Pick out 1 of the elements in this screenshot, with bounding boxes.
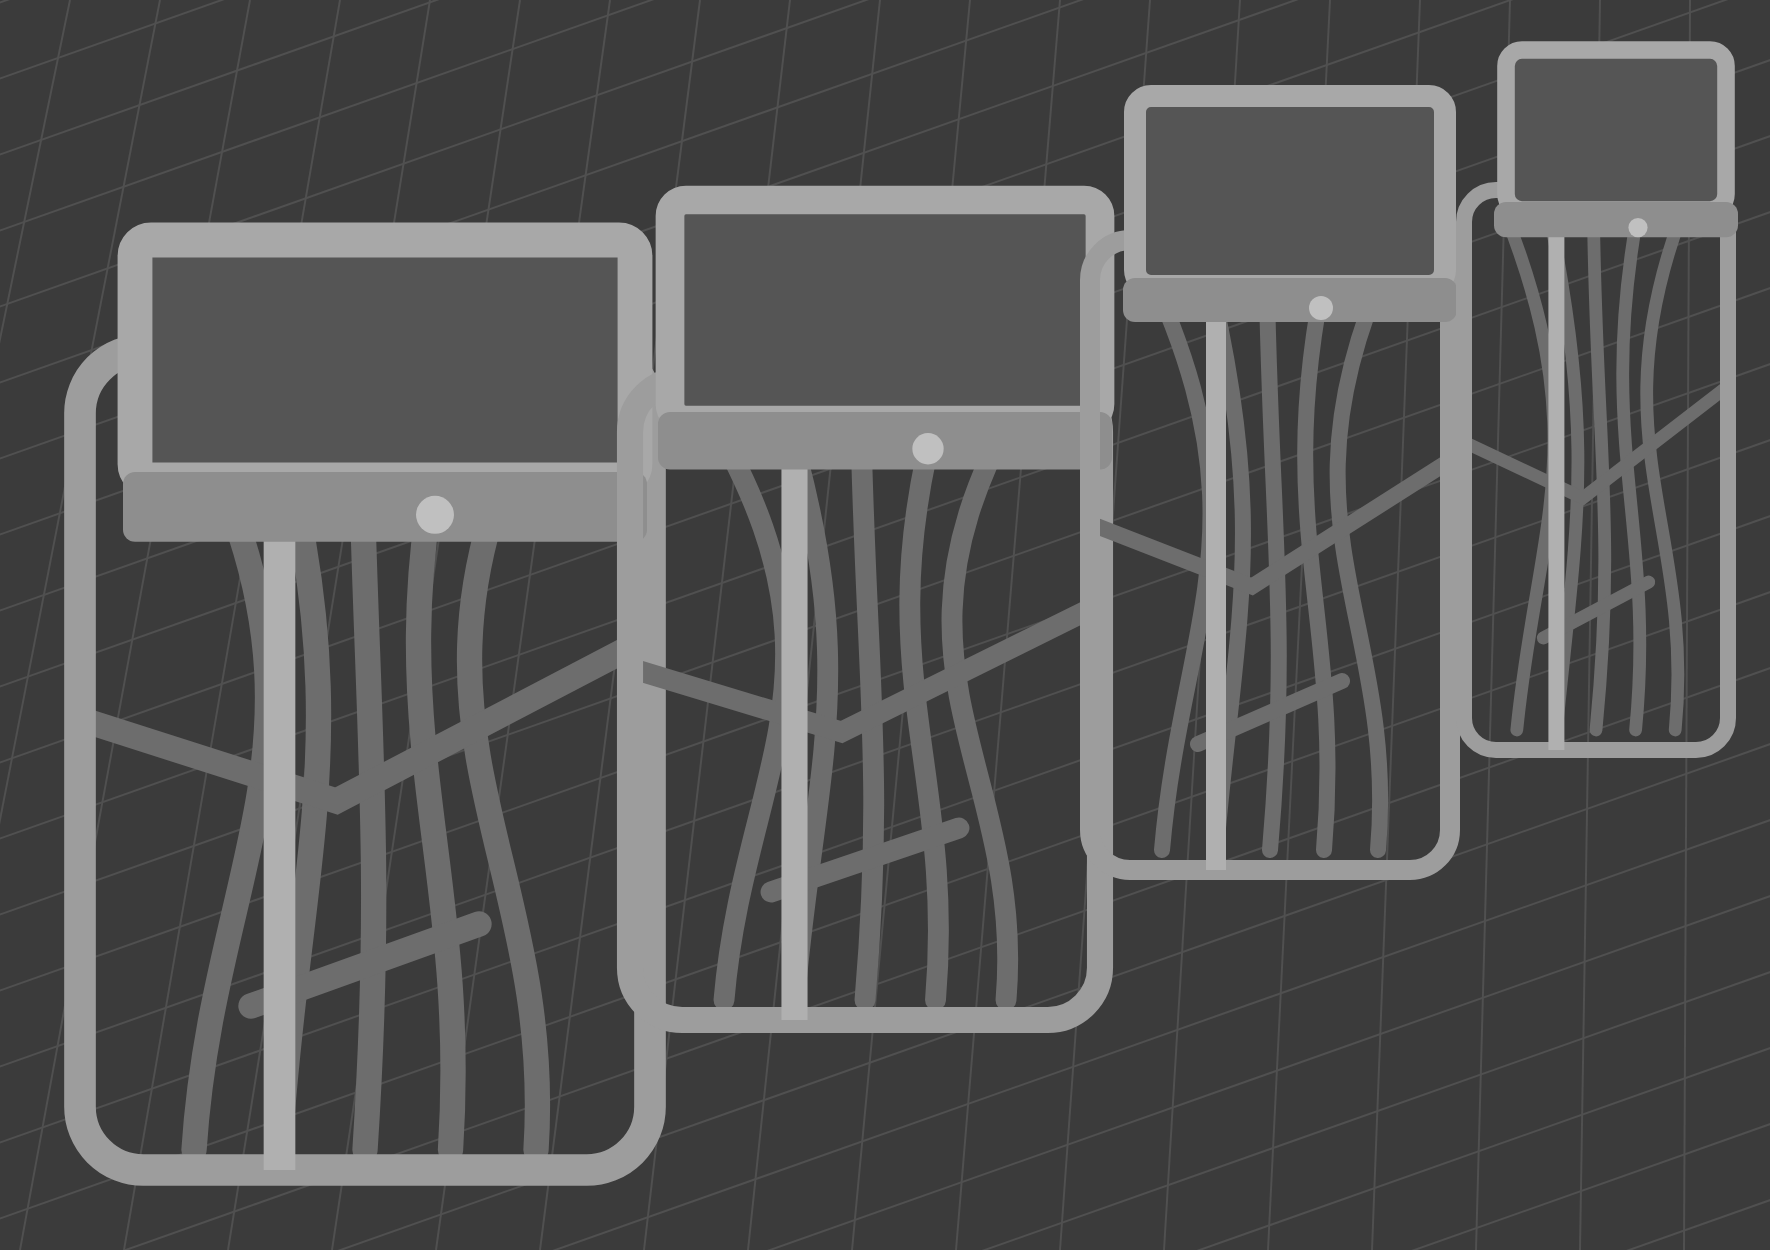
3d-viewport[interactable] <box>0 0 1770 1250</box>
